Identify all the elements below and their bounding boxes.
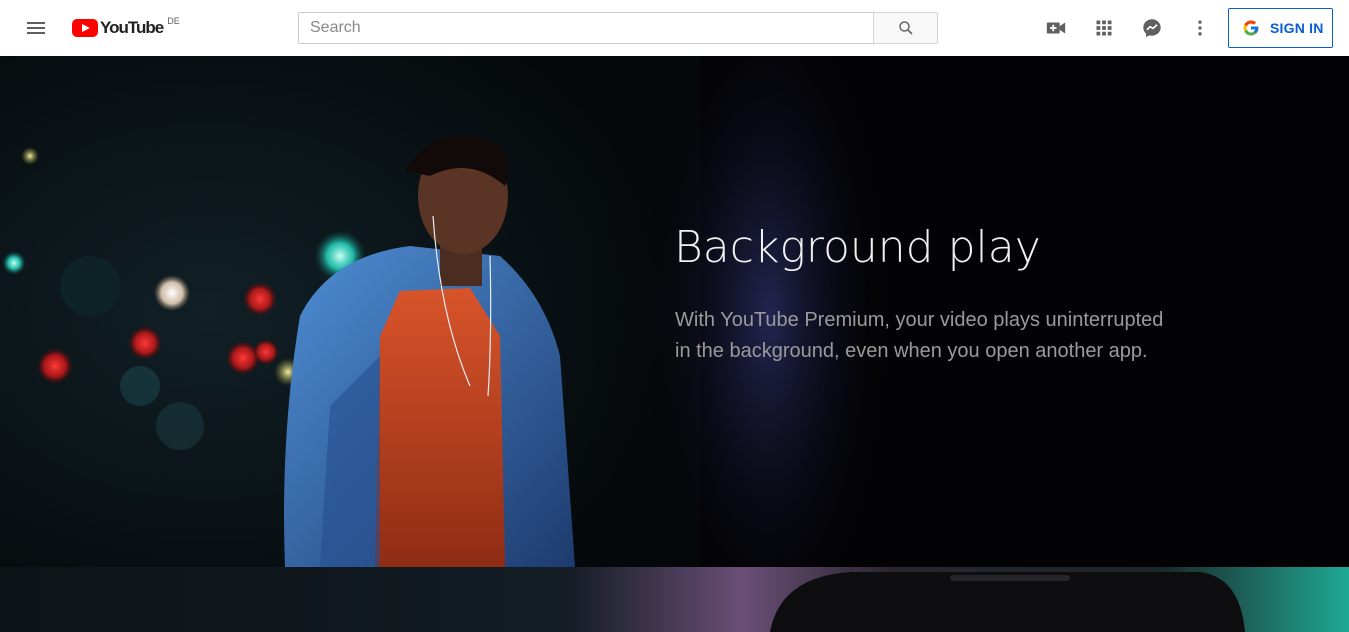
masthead: YouTube DE Search SIGN IN [0,0,1349,56]
sign-in-button[interactable]: SIGN IN [1228,8,1333,48]
sign-in-label: SIGN IN [1270,20,1324,36]
menu-icon [27,22,45,34]
search-icon [898,21,913,35]
youtube-logo[interactable]: YouTube DE [72,16,180,38]
search-input[interactable] [310,19,863,37]
guide-menu-button[interactable] [16,8,56,48]
logo-text: YouTube [100,18,164,37]
apps-button[interactable] [1084,8,1124,48]
country-code: DE [167,16,180,26]
messages-button[interactable] [1132,8,1172,48]
settings-more-button[interactable] [1180,8,1220,48]
create-video-icon [1046,22,1066,34]
search-button[interactable] [873,12,938,44]
apps-grid-icon [1096,20,1112,36]
more-vert-icon [1198,20,1202,36]
next-feature-section [0,567,1349,632]
hero-description: With YouTube Premium, your video plays u… [675,309,1164,362]
create-video-button[interactable] [1036,8,1076,48]
messages-icon [1143,19,1161,38]
youtube-play-icon [72,19,98,37]
background-play-hero: Background play With YouTube Premium, yo… [0,56,1349,567]
search-box [298,12,874,44]
google-g-icon [1243,20,1259,36]
next-feature-image [0,567,1349,632]
hero-title: Background play [674,222,1041,273]
